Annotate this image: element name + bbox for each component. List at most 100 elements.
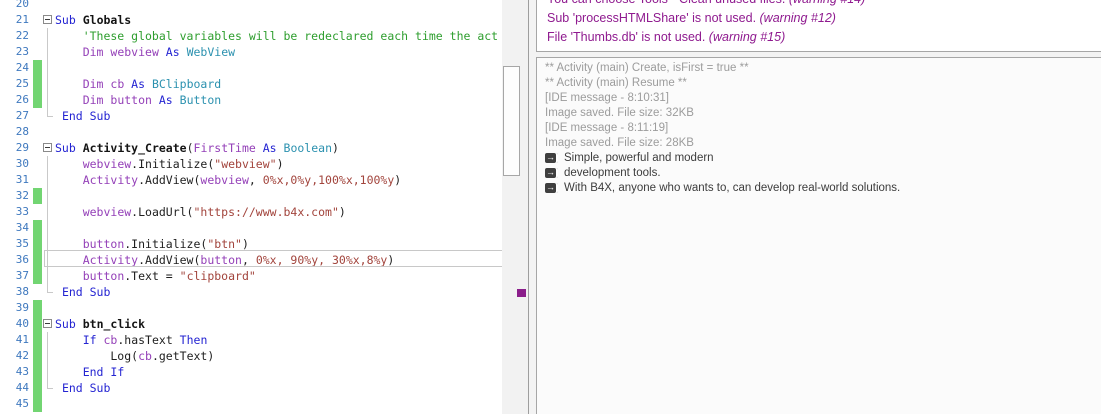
logs-list: ** Activity (main) Create, isFirst = tru… bbox=[545, 61, 1101, 196]
log-text: Image saved. File size: 28KB bbox=[545, 137, 694, 149]
gutter-spacer bbox=[33, 284, 42, 300]
line-number: 37 bbox=[15, 269, 29, 282]
code-line[interactable]: 33 webview.LoadUrl("https://www.b4x.com"… bbox=[0, 204, 502, 220]
code-line[interactable]: 27 End Sub bbox=[0, 108, 502, 124]
code-line[interactable]: 45 bbox=[0, 396, 502, 412]
line-number: 38 bbox=[15, 285, 29, 298]
line-number: 21 bbox=[15, 13, 29, 26]
log-entry[interactable]: ** Activity (main) Create, isFirst = tru… bbox=[545, 61, 1101, 76]
log-entry[interactable]: development tools. bbox=[545, 166, 1101, 181]
fold-guide-line bbox=[42, 300, 55, 316]
fold-guide-line bbox=[42, 396, 55, 412]
line-number: 30 bbox=[15, 157, 29, 170]
log-text: With B4X, anyone who wants to, can devel… bbox=[564, 182, 901, 194]
code-line[interactable]: 36 Activity.AddView(button, 0%x, 90%y, 3… bbox=[0, 252, 502, 268]
code-line[interactable]: 32 bbox=[0, 188, 502, 204]
code-text: Activity.AddView(button, 0%x, 90%y, 30%x… bbox=[82, 253, 395, 267]
line-number: 27 bbox=[15, 109, 29, 122]
code-line[interactable]: 30 webview.Initialize("webview") bbox=[0, 156, 502, 172]
log-text: ** Activity (main) Resume ** bbox=[545, 77, 687, 89]
line-number: 41 bbox=[15, 333, 29, 346]
code-line[interactable]: 29 Sub Activity_Create(FirstTime As Boole… bbox=[0, 140, 502, 156]
fold-guide-line bbox=[42, 284, 55, 300]
fold-guide-line bbox=[42, 124, 55, 140]
code-line[interactable]: 43 End If bbox=[0, 364, 502, 380]
gutter-spacer bbox=[33, 108, 42, 124]
fold-collapse-icon[interactable] bbox=[42, 140, 55, 156]
code-line[interactable]: 44 End Sub bbox=[0, 380, 502, 396]
fold-guide-line bbox=[42, 92, 55, 108]
code-editor[interactable]: 20 21 Sub Globals 22 'These global variable… bbox=[0, 0, 529, 414]
fold-guide-line bbox=[42, 108, 55, 124]
log-entry[interactable]: With B4X, anyone who wants to, can devel… bbox=[545, 181, 1101, 196]
code-line[interactable]: 37 button.Text = "clipboard" bbox=[0, 268, 502, 284]
log-redirect-arrow-icon bbox=[545, 168, 558, 178]
warning-item[interactable]: File 'Thumbs.db' is not used. (warning #… bbox=[547, 28, 1101, 47]
code-line[interactable]: 40 Sub btn_click bbox=[0, 316, 502, 332]
gutter-spacer bbox=[33, 12, 42, 28]
code-line[interactable]: 22 'These global variables will be redec… bbox=[0, 28, 502, 44]
code-text: button.Text = "clipboard" bbox=[82, 269, 256, 283]
line-number: 45 bbox=[15, 397, 29, 410]
warnings-list: You can choose Tools - Clean unused file… bbox=[547, 0, 1101, 47]
code-lines-container: 20 21 Sub Globals 22 'These global variable… bbox=[0, 0, 502, 412]
code-line[interactable]: 20 bbox=[0, 0, 502, 12]
log-entry[interactable]: [IDE message - 8:10:31] bbox=[545, 91, 1101, 106]
code-line[interactable]: 23 Dim webview As WebView bbox=[0, 44, 502, 60]
code-text: End Sub bbox=[61, 381, 111, 395]
warning-text: You can choose Tools - Clean unused file… bbox=[547, 0, 789, 6]
line-number: 42 bbox=[15, 349, 29, 362]
code-line[interactable]: 39 bbox=[0, 300, 502, 316]
log-entry[interactable]: [IDE message - 8:11:19] bbox=[545, 121, 1101, 136]
scrollbar-thumb[interactable] bbox=[503, 66, 520, 176]
code-line[interactable]: 31 Activity.AddView(webview, 0%x,0%y,100… bbox=[0, 172, 502, 188]
fold-collapse-icon[interactable] bbox=[42, 12, 55, 28]
line-number: 31 bbox=[15, 173, 29, 186]
editor-vscrollbar[interactable] bbox=[502, 0, 528, 414]
code-text: Dim button As Button bbox=[82, 93, 222, 107]
log-entry[interactable]: Simple, powerful and modern bbox=[545, 151, 1101, 166]
code-line[interactable]: 35 button.Initialize("btn") bbox=[0, 236, 502, 252]
line-number: 29 bbox=[15, 141, 29, 154]
change-indicator-bar bbox=[33, 332, 42, 348]
gutter-spacer bbox=[33, 44, 42, 60]
code-line[interactable]: 34 bbox=[0, 220, 502, 236]
line-number: 39 bbox=[15, 301, 29, 314]
fold-guide-line bbox=[42, 188, 55, 204]
warning-text: File 'Thumbs.db' is not used. bbox=[547, 30, 709, 44]
log-entry[interactable]: Image saved. File size: 32KB bbox=[545, 106, 1101, 121]
code-line[interactable]: 38 End Sub bbox=[0, 284, 502, 300]
scrollbar-annotation-marker bbox=[517, 289, 526, 297]
line-number: 28 bbox=[15, 125, 29, 138]
log-entry[interactable]: Image saved. File size: 28KB bbox=[545, 136, 1101, 151]
fold-guide-line bbox=[42, 28, 55, 44]
code-line[interactable]: 21 Sub Globals bbox=[0, 12, 502, 28]
code-text: Sub btn_click bbox=[55, 317, 146, 331]
line-number: 23 bbox=[15, 45, 29, 58]
change-indicator-bar bbox=[33, 92, 42, 108]
fold-guide-line bbox=[42, 380, 55, 396]
line-number: 40 bbox=[15, 317, 29, 330]
code-line[interactable]: 25 Dim cb As BClipboard bbox=[0, 76, 502, 92]
warning-item[interactable]: You can choose Tools - Clean unused file… bbox=[547, 0, 1101, 9]
change-indicator-bar bbox=[33, 364, 42, 380]
gutter-spacer bbox=[33, 140, 42, 156]
line-number: 24 bbox=[15, 61, 29, 74]
gutter-spacer bbox=[33, 156, 42, 172]
code-text: Dim cb As BClipboard bbox=[82, 77, 222, 91]
code-line[interactable]: 28 bbox=[0, 124, 502, 140]
code-line[interactable]: 42 Log(cb.getText) bbox=[0, 348, 502, 364]
log-entry[interactable]: ** Activity (main) Resume ** bbox=[545, 76, 1101, 91]
warning-item[interactable]: Sub 'processHTMLShare' is not used. (war… bbox=[547, 9, 1101, 28]
fold-collapse-icon[interactable] bbox=[42, 316, 55, 332]
line-number: 35 bbox=[15, 237, 29, 250]
code-line[interactable]: 26 Dim button As Button bbox=[0, 92, 502, 108]
log-redirect-arrow-icon bbox=[545, 183, 558, 193]
code-line[interactable]: 41 If cb.hasText Then bbox=[0, 332, 502, 348]
code-line[interactable]: 24 bbox=[0, 60, 502, 76]
code-text: webview.LoadUrl("https://www.b4x.com") bbox=[82, 205, 346, 219]
